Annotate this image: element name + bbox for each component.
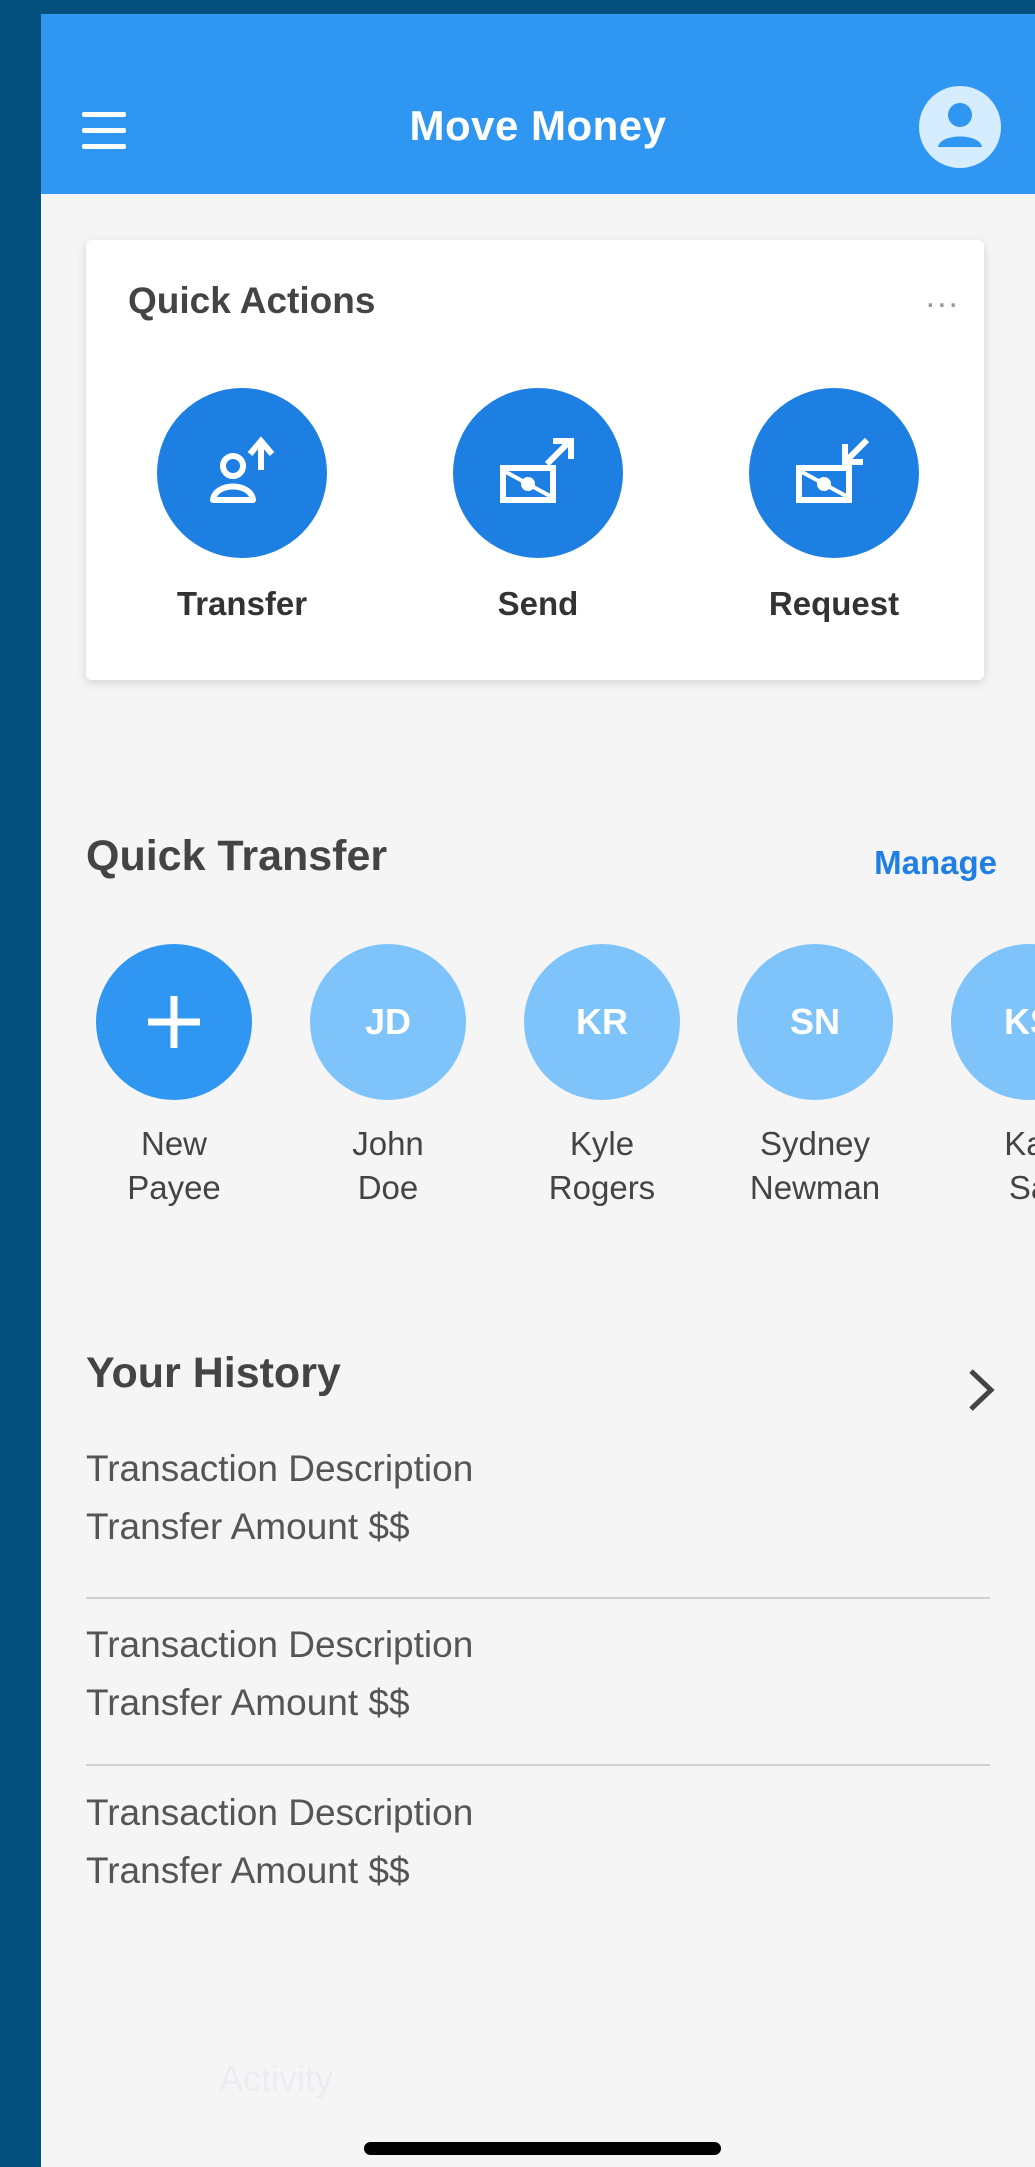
app-bar: Move Money (41, 14, 1035, 194)
request-money-icon (796, 437, 870, 503)
page-title: Move Money (409, 102, 667, 149)
plus-icon (148, 996, 200, 1048)
transaction-description: Transaction Description (86, 1624, 474, 1665)
your-history-title: Your History (86, 1349, 341, 1397)
payee-name: New Payee (127, 1125, 221, 1206)
transfer-person-icon (210, 436, 275, 503)
history-item[interactable]: Transaction Description Transfer Amount … (86, 1784, 990, 1900)
payee-name: Sydney Newman (749, 1125, 881, 1206)
send-action[interactable]: Send (408, 388, 668, 623)
transfer-amount: Transfer Amount $$ (86, 1506, 410, 1547)
quick-actions-card: Quick Actions ... Transfer Send Request (86, 240, 984, 680)
send-label: Send (497, 585, 579, 622)
history-item[interactable]: Transaction Description Transfer Amount … (86, 1616, 990, 1732)
transfer-amount: Transfer Amount $$ (86, 1682, 410, 1723)
payee-item[interactable]: JD John Doe (288, 944, 488, 1210)
payee-name: Kat Sa (1004, 1125, 1035, 1206)
transfer-label: Transfer (176, 585, 308, 622)
phone-screen: Move Money Quick Actions ... Transfer Se… (41, 14, 1035, 2167)
payee-item[interactable]: KR Kyle Rogers (502, 944, 702, 1210)
history-item[interactable]: Transaction Description Transfer Amount … (86, 1440, 990, 1556)
payee-avatar[interactable]: JD (310, 944, 466, 1100)
quick-transfer-title: Quick Transfer (86, 832, 388, 880)
payee-avatar[interactable]: KS (951, 944, 1035, 1100)
manage-link[interactable]: Manage (874, 844, 997, 882)
home-indicator[interactable] (364, 2142, 721, 2155)
divider (86, 1597, 990, 1599)
divider (86, 1764, 990, 1766)
send-money-icon (500, 438, 574, 503)
payee-item[interactable]: KS Kat Sa (929, 944, 1035, 1210)
more-options-icon[interactable]: ... (926, 279, 960, 313)
transfer-action-button[interactable] (157, 388, 327, 558)
payee-name: Kyle Rogers (548, 1125, 656, 1206)
quick-actions-title: Quick Actions (128, 280, 376, 321)
chevron-right-icon[interactable] (965, 1366, 997, 1414)
request-label: Request (768, 585, 900, 622)
add-payee-button[interactable] (96, 944, 252, 1100)
user-avatar-icon[interactable] (919, 86, 1001, 168)
new-payee-item[interactable]: New Payee (74, 944, 274, 1210)
send-action-button[interactable] (453, 388, 623, 558)
payee-item[interactable]: SN Sydney Newman (715, 944, 915, 1210)
transaction-description: Transaction Description (86, 1448, 474, 1489)
payee-avatar[interactable]: SN (737, 944, 893, 1100)
transaction-description: Transaction Description (86, 1792, 474, 1833)
request-action-button[interactable] (749, 388, 919, 558)
activity-tab-label[interactable]: Activity (219, 2058, 333, 2100)
payee-avatar[interactable]: KR (524, 944, 680, 1100)
transfer-action[interactable]: Transfer (112, 388, 372, 623)
transfer-amount: Transfer Amount $$ (86, 1850, 410, 1891)
payee-name: John Doe (352, 1125, 424, 1206)
request-action[interactable]: Request (704, 388, 964, 623)
